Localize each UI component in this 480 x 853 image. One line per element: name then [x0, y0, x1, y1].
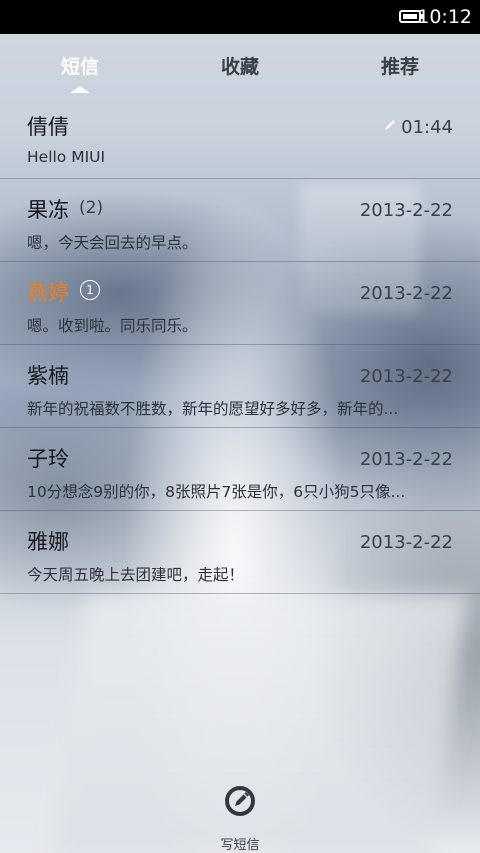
- message-date: 2013-2-22: [359, 283, 453, 304]
- message-date: 2013-2-22: [359, 449, 453, 470]
- conversation-row[interactable]: 燕婷 1 2013-2-22 嗯。收到啦。同乐同乐。: [0, 262, 480, 345]
- message-date: 2013-2-22: [359, 200, 453, 221]
- message-date: 2013-2-22: [359, 532, 453, 553]
- conversation-row[interactable]: 子玲 2013-2-22 10分想念9别的你，8张照片7张是你，6只小狗5只像.…: [0, 428, 480, 511]
- pencil-icon: [385, 120, 395, 130]
- conversation-row[interactable]: 倩倩 01:44 Hello MIUI: [0, 96, 480, 179]
- message-date: 2013-2-22: [359, 366, 453, 387]
- message-count: (2): [79, 198, 104, 218]
- message-preview: 嗯。收到啦。同乐同乐。: [27, 317, 198, 335]
- contact-name: 燕婷: [27, 281, 69, 305]
- contact-name: 紫楠: [27, 364, 69, 388]
- status-clock: 10:12: [417, 6, 472, 28]
- conversation-row[interactable]: 紫楠 2013-2-22 新年的祝福数不胜数，新年的愿望好多好多，新年的...: [0, 345, 480, 428]
- compose-label: 写短信: [220, 838, 260, 853]
- compose-icon: [225, 786, 255, 816]
- conversation-row[interactable]: 果冻 (2) 2013-2-22 嗯，今天会回去的早点。: [0, 179, 480, 262]
- contact-name: 倩倩: [27, 115, 69, 139]
- contact-name: 雅娜: [27, 530, 69, 554]
- active-tab-indicator: [70, 86, 90, 93]
- unread-badge: 1: [80, 280, 100, 300]
- message-preview: Hello MIUI: [27, 148, 106, 166]
- tab-favorites[interactable]: 收藏: [180, 52, 300, 79]
- message-preview: 新年的祝福数不胜数，新年的愿望好多好多，新年的...: [27, 400, 399, 418]
- contact-name: 子玲: [27, 447, 69, 471]
- contact-name: 果冻: [27, 198, 69, 222]
- conversation-list: 倩倩 01:44 Hello MIUI 果冻 (2) 2013-2-22 嗯，今…: [0, 96, 480, 594]
- message-date: 01:44: [401, 117, 453, 138]
- conversation-row[interactable]: 雅娜 2013-2-22 今天周五晚上去团建吧，走起！: [0, 511, 480, 594]
- status-bar: 10:12: [0, 0, 480, 34]
- compose-button[interactable]: 写短信: [200, 780, 280, 853]
- tab-bar: 短信 收藏 推荐: [0, 34, 480, 96]
- message-preview: 嗯，今天会回去的早点。: [27, 234, 198, 252]
- message-preview: 10分想念9别的你，8张照片7张是你，6只小狗5只像...: [27, 483, 406, 501]
- tab-sms[interactable]: 短信: [20, 52, 140, 79]
- tab-recommended[interactable]: 推荐: [340, 52, 460, 79]
- message-preview: 今天周五晚上去团建吧，走起！: [27, 566, 245, 584]
